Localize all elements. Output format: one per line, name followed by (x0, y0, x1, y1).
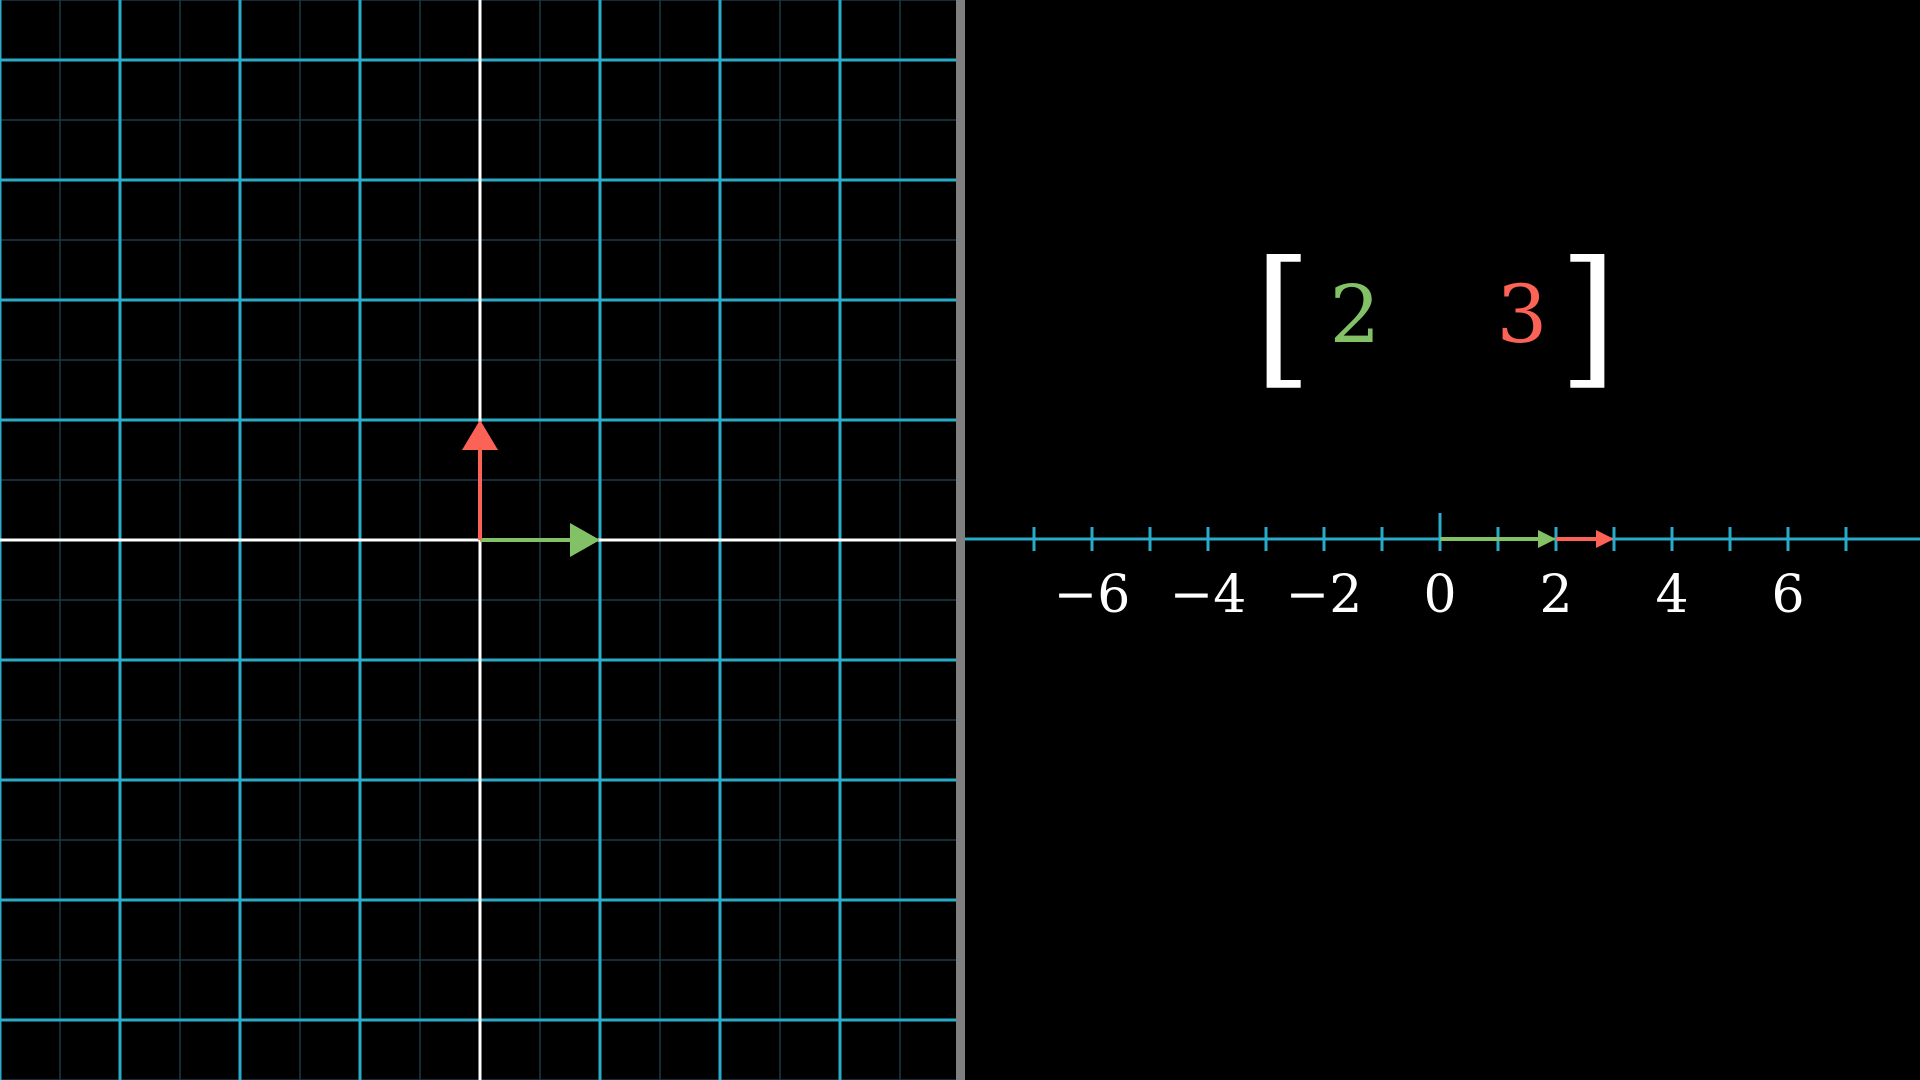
linear-transformation-scene: [ 2 3 ] −6 −4 −2 0 2 4 6 (0, 0, 1920, 1080)
number-line-label: 4 (1655, 565, 1688, 625)
number-line-label: 2 (1539, 565, 1572, 625)
panel-divider (956, 0, 965, 1080)
number-line-label: 6 (1771, 565, 1804, 625)
matrix-right-bracket: ] (1559, 230, 1618, 404)
matrix-entry-2: 3 (1497, 268, 1548, 361)
number-line-label: 0 (1423, 565, 1456, 625)
matrix-entry-1: 2 (1330, 268, 1381, 361)
number-line-label: −2 (1286, 565, 1363, 625)
number-line-label: −6 (1054, 565, 1131, 625)
matrix-left-bracket: [ (1254, 230, 1313, 404)
number-line-label: −4 (1170, 565, 1247, 625)
